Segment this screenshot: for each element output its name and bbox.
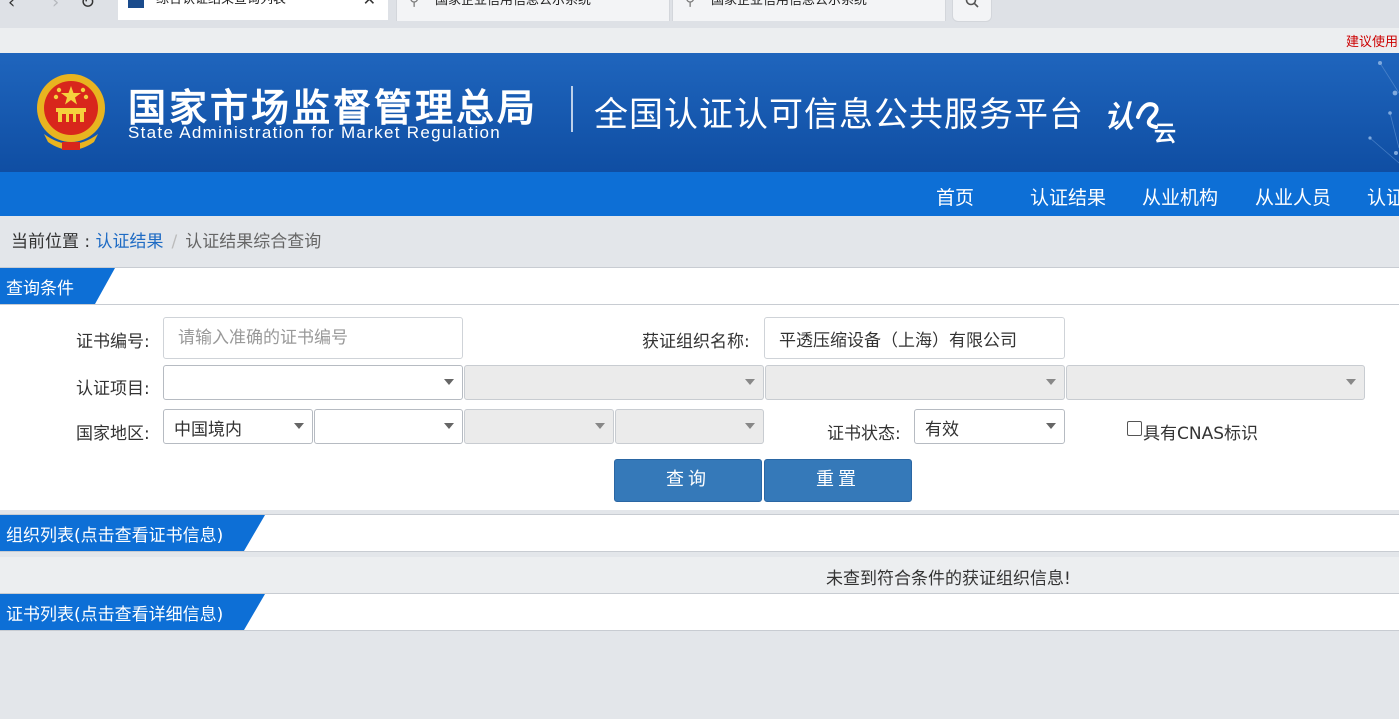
no-result-message: 未查到符合条件的获证组织信息! (826, 569, 1071, 589)
org-name-input[interactable] (764, 317, 1065, 359)
browser-tab[interactable]: ⚲ 国家企业信用信息公示系统 (396, 0, 670, 21)
status-select[interactable]: 有效 (914, 409, 1065, 444)
chevron-down-icon (1046, 379, 1056, 385)
chevron-down-icon (444, 423, 454, 429)
query-section-title: 查询条件 (6, 279, 74, 299)
status-label: 证书状态: (827, 424, 901, 444)
tab-search-icon[interactable] (952, 0, 992, 22)
nav-item-home[interactable]: 首页 (936, 183, 974, 210)
region-select-province[interactable] (314, 409, 463, 444)
breadcrumb-current: 认证结果综合查询 (185, 232, 322, 252)
platform-title: 全国认证认可信息公共服务平台 (594, 95, 1084, 135)
query-form: 证书编号: 获证组织名称: 认证项目: 国家地区: 中国境内 证书状态: 有效 … (0, 305, 1399, 510)
region-select-city[interactable] (464, 409, 614, 444)
region-label: 国家地区: (76, 424, 150, 444)
nav-item-cert[interactable]: 认证 (1367, 183, 1399, 210)
project-select-3[interactable] (765, 365, 1065, 400)
cert-section-title: 证书列表(点击查看详细信息) (6, 605, 224, 625)
link-icon: ⚲ (685, 0, 696, 9)
breadcrumb-link[interactable]: 认证结果 (96, 232, 164, 252)
favicon-icon (128, 0, 144, 8)
nav-item-personnel[interactable]: 从业人员 (1255, 183, 1331, 210)
chevron-down-icon (294, 423, 304, 429)
reload-icon[interactable]: ↻ (80, 0, 95, 13)
decorative-network-icon (1368, 61, 1399, 164)
tab-label: 国家企业信用信息公示系统 (711, 0, 868, 8)
header-divider (571, 86, 573, 132)
cert-no-input[interactable] (163, 317, 463, 359)
project-select-1[interactable] (163, 365, 463, 400)
main-nav: 首页 认证结果 从业机构 从业人员 认证 (0, 172, 1399, 216)
tab-label: 综合认证结果查询列表 (156, 0, 286, 10)
cnas-checkbox[interactable] (1127, 421, 1142, 436)
link-icon: ⚲ (409, 0, 420, 9)
chevron-down-icon (745, 379, 755, 385)
svg-text:认: 认 (1104, 100, 1134, 135)
cert-no-label: 证书编号: (76, 332, 150, 352)
chevron-down-icon (595, 423, 605, 429)
national-emblem-icon (37, 74, 105, 150)
chevron-down-icon (745, 423, 755, 429)
project-select-2[interactable] (464, 365, 764, 400)
browser-chrome: ‹ › ↻ 综合认证结果查询列表 ✕ ⚲ 国家企业信用信息公示系统 ⚲ 国家企业… (0, 0, 1399, 28)
cnas-label: 具有CNAS标识 (1143, 424, 1259, 444)
org-name-label: 获证组织名称: (642, 332, 750, 352)
org-section-title: 组织列表(点击查看证书信息) (6, 526, 224, 546)
project-select-4[interactable] (1066, 365, 1365, 400)
select-value: 有效 (925, 420, 959, 440)
cert-section-header: 证书列表(点击查看详细信息) (0, 593, 1399, 631)
header-banner: 国家市场监督管理总局 State Administration for Mark… (0, 53, 1399, 172)
project-label: 认证项目: (76, 379, 150, 399)
chevron-down-icon (444, 379, 454, 385)
agency-name-en: State Administration for Market Regulati… (128, 123, 502, 142)
reset-button[interactable]: 重置 (764, 459, 912, 502)
region-select-country[interactable]: 中国境内 (163, 409, 313, 444)
back-icon[interactable]: ‹ (8, 0, 15, 13)
query-section-header: 查询条件 (0, 267, 1399, 305)
tab-label: 国家企业信用信息公示系统 (435, 0, 592, 8)
forward-icon[interactable]: › (52, 0, 59, 13)
org-result-row: 未查到符合条件的获证组织信息! (0, 557, 1399, 593)
nav-item-cert-results[interactable]: 认证结果 (1030, 183, 1106, 210)
select-value: 中国境内 (174, 420, 242, 440)
breadcrumb-prefix: 当前位置 : (11, 232, 96, 252)
platform-logo-icon: 认 云 (1104, 100, 1176, 145)
top-strip: 建议使用 (0, 28, 1399, 53)
chevron-down-icon (1346, 379, 1356, 385)
breadcrumb: 当前位置 : 认证结果 / 认证结果综合查询 (11, 227, 321, 252)
browser-tab[interactable]: ⚲ 国家企业信用信息公示系统 (672, 0, 946, 21)
search-button[interactable]: 查询 (614, 459, 762, 502)
breadcrumb-separator: / (171, 232, 178, 252)
org-section-header: 组织列表(点击查看证书信息) (0, 514, 1399, 552)
svg-text:云: 云 (1154, 122, 1176, 145)
browser-suggestion[interactable]: 建议使用 (1346, 31, 1398, 50)
close-icon[interactable]: ✕ (363, 0, 376, 10)
region-select-district[interactable] (615, 409, 764, 444)
nav-item-institutions[interactable]: 从业机构 (1142, 183, 1218, 210)
browser-tab-active[interactable]: 综合认证结果查询列表 ✕ (118, 0, 388, 20)
chevron-down-icon (1046, 423, 1056, 429)
